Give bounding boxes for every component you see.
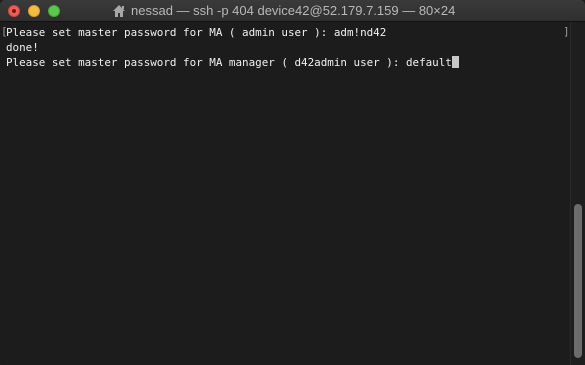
terminal-prompt-text: Please set master password for MA manage… (6, 56, 452, 69)
terminal-window: nessad — ssh -p 404 device42@52.179.7.15… (0, 0, 585, 365)
maximize-button[interactable] (48, 5, 60, 17)
terminal-line: Please set master password for MA manage… (6, 55, 570, 70)
close-button[interactable] (8, 5, 20, 17)
title-bar[interactable]: nessad — ssh -p 404 device42@52.179.7.15… (0, 0, 585, 22)
home-icon (112, 4, 126, 18)
window-title: nessad — ssh -p 404 device42@52.179.7.15… (131, 3, 456, 18)
left-bracket-marker: [ (1, 25, 8, 38)
terminal-output[interactable]: Please set master password for MA ( admi… (0, 22, 570, 365)
right-bracket-marker: ] (563, 25, 570, 38)
minimize-button[interactable] (28, 5, 40, 17)
vertical-scrollbar[interactable] (570, 22, 585, 365)
terminal-line: Please set master password for MA ( admi… (6, 26, 387, 39)
text-cursor (451, 56, 459, 68)
terminal-line: done! (6, 41, 39, 54)
scrollbar-thumb[interactable] (574, 204, 582, 358)
window-title-group: nessad — ssh -p 404 device42@52.179.7.15… (112, 3, 455, 19)
